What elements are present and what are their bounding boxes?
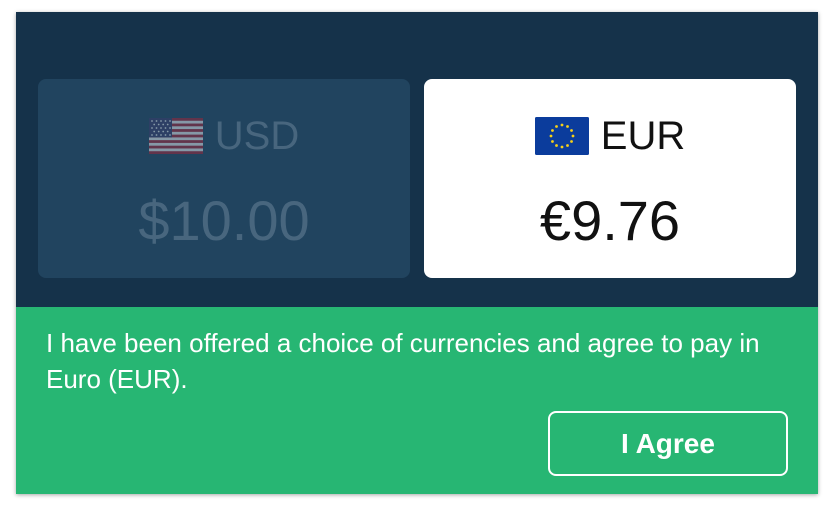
- eu-star: [571, 134, 575, 138]
- us-flag-icon: [148, 118, 203, 154]
- eu-star: [550, 129, 554, 132]
- consent-text: I have been offered a choice of currenci…: [46, 328, 760, 394]
- eu-star: [565, 125, 569, 128]
- eu-star: [554, 125, 558, 128]
- currency-option-eur[interactable]: EUR €9.76: [424, 79, 796, 278]
- currency-code-usd: USD: [214, 114, 300, 158]
- eu-star: [554, 144, 558, 147]
- eu-star: [569, 140, 573, 143]
- currency-amount-usd: $10.00: [138, 189, 310, 252]
- currency-code-eur: EUR: [600, 114, 686, 158]
- eu-star: [550, 140, 554, 143]
- eu-star: [565, 144, 569, 147]
- currency-selector-area: USD $10.00 EUR €9.76: [16, 12, 818, 307]
- currency-header-usd: USD: [38, 113, 410, 159]
- eu-flag-icon: [534, 117, 589, 155]
- eu-star: [560, 145, 564, 149]
- eu-star: [560, 123, 564, 127]
- consent-panel: I have been offered a choice of currenci…: [16, 307, 818, 494]
- eu-star: [569, 129, 573, 132]
- currency-conversion-dialog: USD $10.00 EUR €9.76 I have been offered…: [16, 12, 818, 494]
- currency-option-usd[interactable]: USD $10.00: [38, 79, 410, 278]
- currency-amount-eur: €9.76: [539, 189, 681, 252]
- eu-star: [549, 134, 553, 138]
- agree-button[interactable]: I Agree: [548, 411, 788, 476]
- currency-header-eur: EUR: [424, 113, 796, 159]
